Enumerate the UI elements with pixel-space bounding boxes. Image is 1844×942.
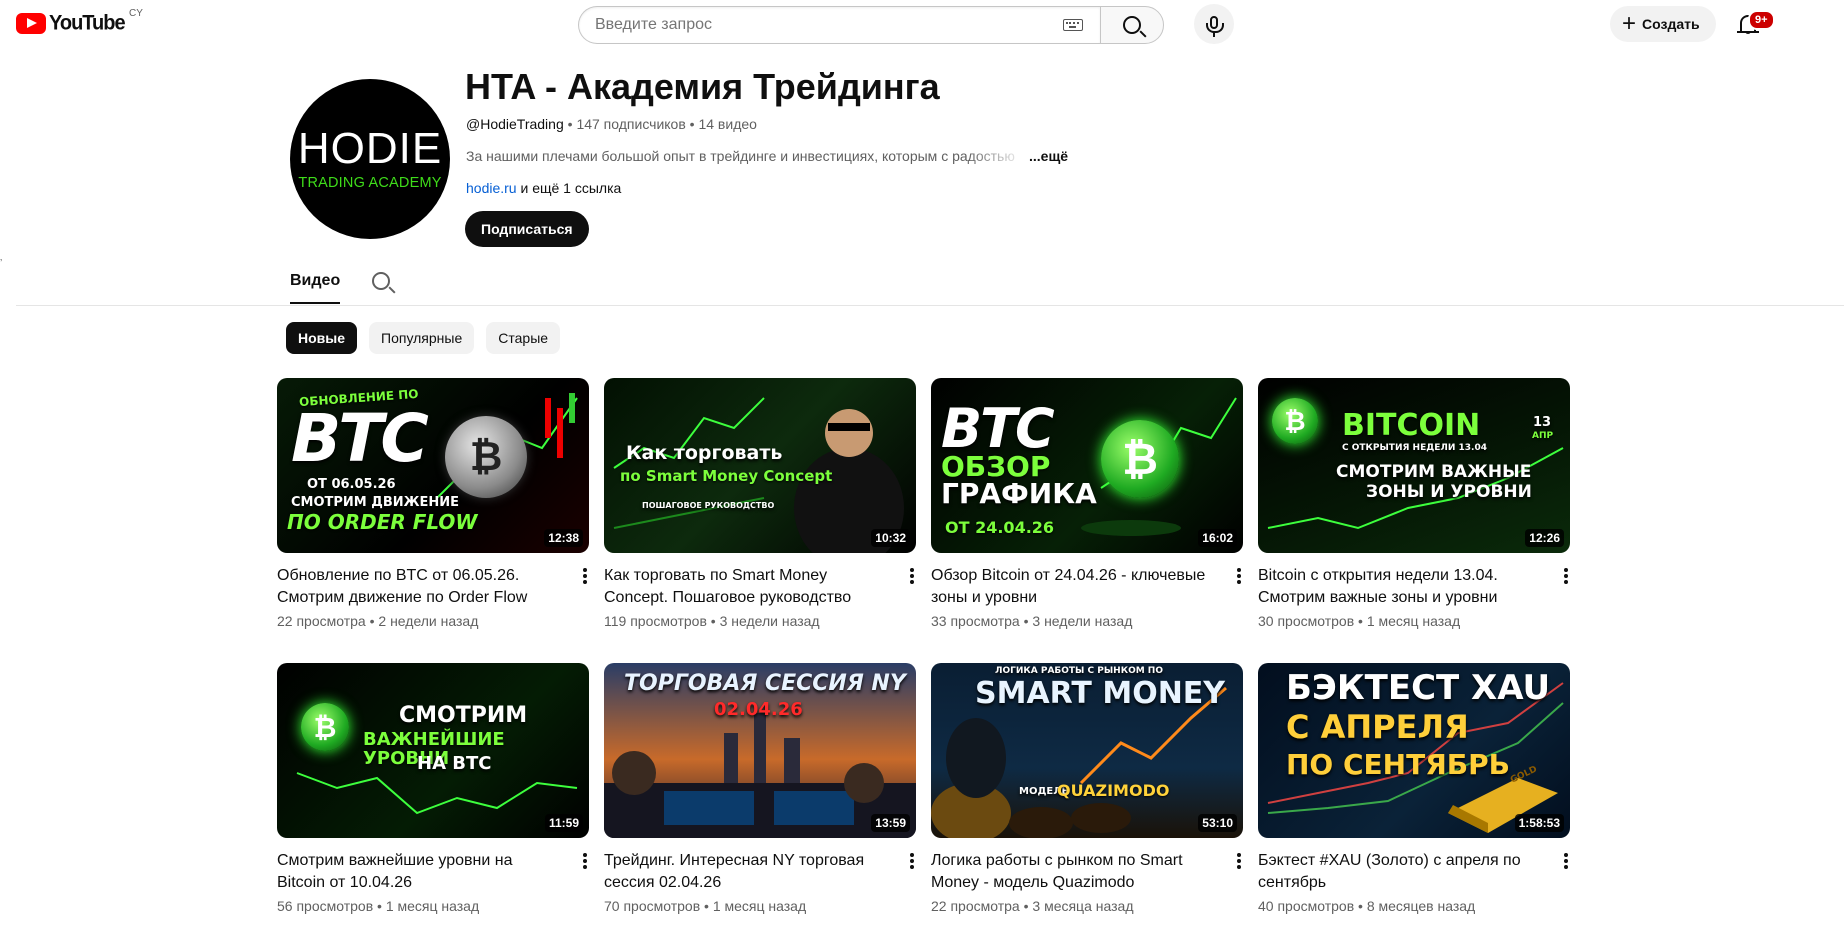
channel-search-button[interactable] (372, 272, 390, 290)
chart-graphic (613, 397, 904, 553)
video-card[interactable]: ₿ BITCOIN С ОТКРЫТИЯ НЕДЕЛИ 13.04 СМОТРИ… (1258, 378, 1570, 629)
video-meta: 56 просмотров • 1 месяц назад (277, 898, 480, 914)
bitcoin-coin-icon: ₿ (1101, 420, 1179, 498)
subscribe-button[interactable]: Подписаться (465, 211, 589, 247)
video-thumbnail[interactable]: ЛОГИКА РАБОТЫ С РЫНКОМ ПО SMART MONEY МО… (931, 663, 1243, 838)
video-title[interactable]: Обновление по BTC от 06.05.26. Смотрим д… (277, 565, 557, 609)
video-meta: 30 просмотров • 1 месяц назад (1258, 613, 1461, 629)
video-meta: 33 просмотра • 3 недели назад (931, 613, 1133, 629)
more-actions-icon[interactable] (910, 568, 914, 584)
channel-handle: @HodieTrading (466, 116, 564, 132)
logo-country-code: CY (129, 8, 143, 19)
channel-avatar: HODIE TRADING ACADEMY (290, 79, 450, 239)
video-duration: 10:32 (871, 529, 910, 547)
video-title[interactable]: Смотрим важнейшие уровни на Bitcoin от 1… (277, 850, 557, 894)
side-tick: ‚ (0, 252, 3, 263)
tab-videos[interactable]: Видео (290, 272, 341, 304)
channel-links: hodie.ru и ещё 1 ссылка (466, 180, 621, 196)
more-actions-icon[interactable] (1237, 853, 1241, 869)
video-card[interactable]: БЭКТЕСТ XAU С АПРЕЛЯ ПО СЕНТЯБРЬ GOLD 1:… (1258, 663, 1570, 914)
chip-newest[interactable]: Новые (286, 322, 358, 354)
video-title[interactable]: Bitcoin с открытия недели 13.04. Смотрим… (1258, 565, 1538, 609)
search-bar (578, 6, 1164, 44)
video-duration: 1:58:53 (1514, 814, 1564, 832)
bitcoin-coin-icon: ₿ (301, 703, 349, 751)
video-title[interactable]: Логика работы с рынком по Smart Money - … (931, 850, 1211, 894)
more-actions-icon[interactable] (1564, 853, 1568, 869)
notifications-badge: 9+ (1748, 10, 1775, 30)
video-card[interactable]: ЛОГИКА РАБОТЫ С РЫНКОМ ПО SMART MONEY МО… (931, 663, 1243, 914)
subscriber-count: 147 подписчиков (576, 116, 686, 132)
channel-tabs: Видео (16, 262, 1844, 306)
video-meta: 119 просмотров • 3 недели назад (604, 613, 820, 629)
avatar-main-text: HODIE (297, 124, 443, 173)
chip-oldest[interactable]: Старые (486, 322, 561, 354)
bitcoin-coin-icon: ₿ (445, 416, 527, 498)
more-links-button[interactable]: и ещё 1 ссылка (520, 180, 621, 196)
video-card[interactable]: ₿ СМОТРИМ ВАЖНЕЙШИЕ УРОВНИ НА BTC 11:59 … (277, 663, 589, 914)
more-actions-icon[interactable] (1564, 568, 1568, 584)
video-title[interactable]: Обзор Bitcoin от 24.04.26 - ключевые зон… (931, 565, 1211, 609)
video-meta: 22 просмотра • 2 недели назад (277, 613, 479, 629)
video-thumbnail[interactable]: BTC ОБЗОР ГРАФИКА ₿ ОТ 24.04.26 16:02 (931, 378, 1243, 553)
video-card[interactable]: BTC ОБЗОР ГРАФИКА ₿ ОТ 24.04.26 16:02 Об… (931, 378, 1243, 629)
more-actions-icon[interactable] (583, 568, 587, 584)
video-meta: 22 просмотра • 3 месяца назад (931, 898, 1134, 914)
video-thumbnail[interactable]: ТОРГОВАЯ СЕССИЯ NY 02.04.26 13:59 (604, 663, 916, 838)
video-duration: 12:38 (544, 529, 583, 547)
video-thumbnail[interactable]: ₿ СМОТРИМ ВАЖНЕЙШИЕ УРОВНИ НА BTC 11:59 (277, 663, 589, 838)
search-button[interactable] (1100, 6, 1164, 44)
video-thumbnail[interactable]: ₿ BITCOIN С ОТКРЫТИЯ НЕДЕЛИ 13.04 СМОТРИ… (1258, 378, 1570, 553)
more-actions-icon[interactable] (910, 853, 914, 869)
youtube-logo[interactable]: YouTube CY (16, 8, 143, 35)
search-icon (372, 272, 390, 290)
video-thumbnail[interactable]: БЭКТЕСТ XAU С АПРЕЛЯ ПО СЕНТЯБРЬ GOLD 1:… (1258, 663, 1570, 838)
keyboard-icon[interactable] (1063, 19, 1083, 31)
description-text: За нашими плечами большой опыт в трейдин… (466, 148, 1015, 164)
logo-text: YouTube (49, 11, 126, 35)
video-card[interactable]: ТОРГОВАЯ СЕССИЯ NY 02.04.26 13:59 Трейди… (604, 663, 916, 914)
voice-search-button[interactable] (1194, 4, 1234, 44)
channel-description[interactable]: За нашими плечами большой опыт в трейдин… (466, 148, 1026, 164)
video-title[interactable]: Как торговать по Smart Money Concept. По… (604, 565, 884, 609)
channel-meta: @HodieTrading • 147 подписчиков • 14 вид… (466, 116, 757, 132)
top-bar: YouTube CY + Создать 9+ (0, 0, 1844, 48)
create-button[interactable]: + Создать (1610, 6, 1716, 42)
search-icon (1123, 16, 1141, 34)
video-thumbnail[interactable]: ОБНОВЛЕНИЕ ПО BTC ₿ ОТ 06.05.26 СМОТРИМ … (277, 378, 589, 553)
channel-title: HTA - Академия Трейдинга (465, 66, 940, 107)
search-input[interactable] (595, 16, 1055, 34)
more-actions-icon[interactable] (583, 853, 587, 869)
create-label: Создать (1642, 16, 1700, 32)
more-actions-icon[interactable] (1237, 568, 1241, 584)
video-meta: 70 просмотров • 1 месяц назад (604, 898, 807, 914)
video-duration: 16:02 (1198, 529, 1237, 547)
search-box[interactable] (578, 6, 1100, 44)
bell-clapper (1745, 31, 1751, 34)
description-more-button[interactable]: ...ещё (1029, 148, 1068, 164)
chip-popular[interactable]: Популярные (369, 322, 475, 354)
youtube-play-icon (16, 13, 46, 34)
video-duration: 53:10 (1198, 814, 1237, 832)
video-card[interactable]: ОБНОВЛЕНИЕ ПО BTC ₿ ОТ 06.05.26 СМОТРИМ … (277, 378, 589, 629)
video-title[interactable]: Трейдинг. Интересная NY торговая сессия … (604, 850, 884, 894)
video-thumbnail[interactable]: Как торговать по Smart Money Concept ПОШ… (604, 378, 916, 553)
video-duration: 11:59 (544, 814, 583, 832)
video-duration: 13:59 (871, 814, 910, 832)
video-meta: 40 просмотров • 8 месяцев назад (1258, 898, 1476, 914)
video-duration: 12:26 (1525, 529, 1564, 547)
bitcoin-coin-icon: ₿ (1272, 398, 1318, 444)
avatar-sub-text: TRADING ACADEMY (298, 175, 442, 191)
plus-icon: + (1622, 10, 1637, 37)
video-card[interactable]: Как торговать по Smart Money Concept ПОШ… (604, 378, 916, 629)
microphone-icon (1206, 15, 1224, 37)
sort-chips: Новые Популярные Старые (286, 322, 561, 354)
video-count: 14 видео (698, 116, 757, 132)
channel-link[interactable]: hodie.ru (466, 180, 517, 196)
video-title[interactable]: Бэктест #XAU (Золото) с апреля по сентяб… (1258, 850, 1538, 894)
